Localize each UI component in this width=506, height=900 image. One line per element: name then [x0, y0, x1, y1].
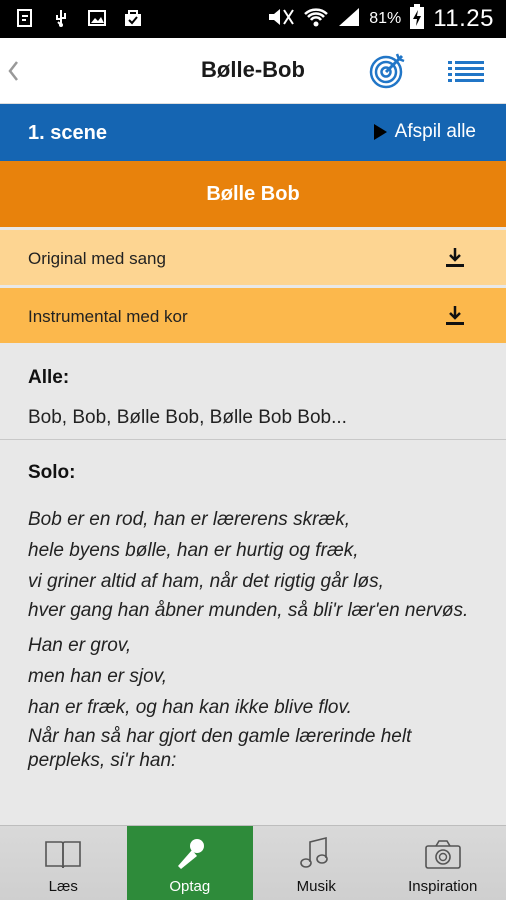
microphone-icon [177, 839, 204, 869]
alle-text: Bob, Bob, Bølle Bob, Bølle Bob Bob... [28, 407, 347, 428]
scene-header: 1. scene Afspil alle [0, 104, 506, 161]
lyric-line: han er fræk, og han kan ikke blive flov. [28, 697, 352, 718]
tab-laes[interactable]: Læs [0, 826, 127, 900]
sim-icon [14, 7, 36, 29]
play-all-label: Afspil alle [394, 121, 476, 142]
track-label: Original med sang [28, 249, 166, 268]
book-icon [45, 841, 82, 869]
track-instrumental-with-choir[interactable]: Instrumental med kor [0, 288, 506, 343]
music-note-icon [300, 836, 329, 868]
tab-label: Optag [169, 878, 211, 895]
status-bar: 81% 11.25 [0, 0, 506, 38]
lyric-line: hver gang han åbner munden, så bli'r lær… [28, 600, 469, 621]
list-menu-button[interactable] [446, 54, 486, 88]
battery-charging-icon [409, 3, 425, 35]
tab-label: Læs [48, 878, 78, 895]
target-icon [369, 53, 405, 89]
camera-icon [424, 840, 461, 869]
song-title: Bølle Bob [206, 183, 300, 205]
song-header: Bølle Bob [0, 161, 506, 227]
lyric-line: Han er grov, [28, 635, 132, 656]
play-all-button[interactable]: Afspil alle [373, 121, 476, 143]
lyric-line: men han er sjov, [28, 666, 168, 687]
section-divider [0, 439, 506, 440]
lyric-line: vi griner altid af ham, når det rigtig g… [28, 571, 384, 592]
track-original-with-song[interactable]: Original med sang [0, 230, 506, 285]
clock: 11.25 [433, 5, 494, 32]
usb-icon [50, 7, 72, 29]
alle-heading: Alle: [28, 367, 70, 388]
tab-optag[interactable]: Optag [126, 826, 253, 900]
tab-label: Musik [296, 878, 336, 895]
play-icon [373, 124, 387, 140]
lyric-line: Når han så har gjort den gamle lærerinde… [28, 726, 412, 771]
solo-lyrics: Bob er en rod, han er lærerens skræk, he… [28, 504, 488, 780]
wifi-icon [303, 6, 329, 33]
bag-icon [122, 7, 144, 29]
download-icon[interactable] [444, 246, 466, 268]
gallery-icon [86, 7, 108, 29]
lyric-line: Bob er en rod, han er lærerens skræk, [28, 509, 351, 530]
app-header: Bølle-Bob [0, 38, 506, 104]
tab-label: Inspiration [408, 878, 478, 895]
list-icon [448, 61, 484, 82]
tab-musik[interactable]: Musik [253, 826, 380, 900]
scene-title: 1. scene [28, 122, 107, 144]
target-button[interactable] [368, 52, 406, 90]
signal-icon [337, 6, 361, 33]
track-label: Instrumental med kor [28, 307, 188, 326]
bottom-tab-bar: Læs Optag Musik Inspiration [0, 825, 506, 900]
download-icon[interactable] [444, 304, 466, 326]
page-title: Bølle-Bob [201, 57, 305, 82]
lyrics-content[interactable]: Alle: Bob, Bob, Bølle Bob, Bølle Bob Bob… [0, 345, 506, 825]
mute-icon [267, 6, 295, 33]
battery-percent: 81% [369, 10, 402, 27]
lyric-line: hele byens bølle, han er hurtig og fræk, [28, 540, 359, 561]
solo-heading: Solo: [28, 462, 76, 483]
tab-inspiration[interactable]: Inspiration [380, 826, 506, 900]
